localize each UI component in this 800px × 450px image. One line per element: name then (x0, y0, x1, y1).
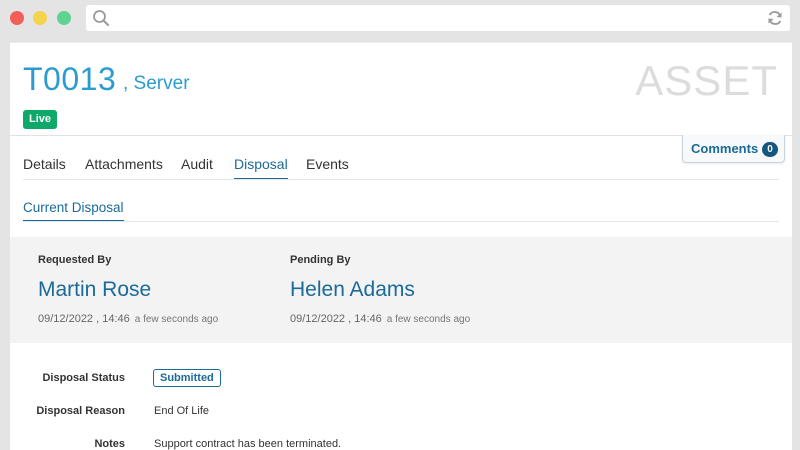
disposal-reason-value: End Of Life (154, 405, 210, 417)
comments-label: Comments (691, 141, 759, 156)
tab-events[interactable]: Events (306, 156, 349, 180)
notes-row: Notes Support contract has been terminat… (10, 435, 792, 450)
pending-date-value: 09/12/2022 , 14:46 (290, 313, 382, 325)
search-icon (92, 9, 110, 32)
tab-audit[interactable]: Audit (181, 156, 213, 180)
asset-type: , Server (123, 73, 190, 94)
subtabs-divider (23, 221, 779, 222)
notes-label: Notes (94, 438, 125, 450)
asset-id: T0013 (23, 61, 117, 97)
asset-watermark: ASSET (635, 57, 778, 104)
requested-relative-time: a few seconds ago (134, 314, 219, 325)
reload-icon[interactable] (766, 9, 784, 32)
pending-by-name: Helen Adams (290, 278, 415, 301)
asset-page: T0013 , Server ASSET Live Comments 0 Det… (10, 42, 792, 450)
header-divider (10, 135, 792, 136)
pending-relative-time: a few seconds ago (386, 314, 471, 325)
pending-by-date: 09/12/2022 , 14:46 a few seconds ago (290, 313, 470, 325)
tab-disposal[interactable]: Disposal (234, 156, 288, 180)
disposal-info-panel: Requested By Martin Rose 09/12/2022 , 14… (10, 237, 792, 343)
address-bar[interactable] (86, 5, 790, 31)
disposal-status-badge: Submitted (153, 369, 221, 387)
browser-chrome (0, 0, 800, 36)
close-window-button[interactable] (10, 11, 24, 25)
comments-count-badge: 0 (762, 142, 778, 157)
comments-button[interactable]: Comments 0 (682, 135, 785, 163)
requested-date-value: 09/12/2022 , 14:46 (38, 313, 130, 325)
notes-value: Support contract has been terminated. (154, 438, 342, 450)
maximize-window-button[interactable] (57, 11, 71, 25)
status-badge: Live (23, 110, 58, 129)
requested-by-label: Requested By (38, 254, 112, 266)
disposal-status-label: Disposal Status (42, 372, 125, 384)
requested-by-name: Martin Rose (38, 278, 152, 301)
disposal-status-row: Disposal Status Submitted (10, 369, 792, 389)
minimize-window-button[interactable] (33, 11, 47, 25)
tab-details[interactable]: Details (23, 156, 66, 180)
tabs-divider (23, 179, 779, 180)
requested-by-date: 09/12/2022 , 14:46 a few seconds ago (38, 313, 218, 325)
disposal-reason-label: Disposal Reason (36, 405, 125, 417)
subtab-current-disposal[interactable]: Current Disposal (23, 200, 124, 222)
pending-by-label: Pending By (290, 254, 351, 266)
tab-attachments[interactable]: Attachments (85, 156, 163, 180)
disposal-reason-row: Disposal Reason End Of Life (10, 402, 792, 422)
